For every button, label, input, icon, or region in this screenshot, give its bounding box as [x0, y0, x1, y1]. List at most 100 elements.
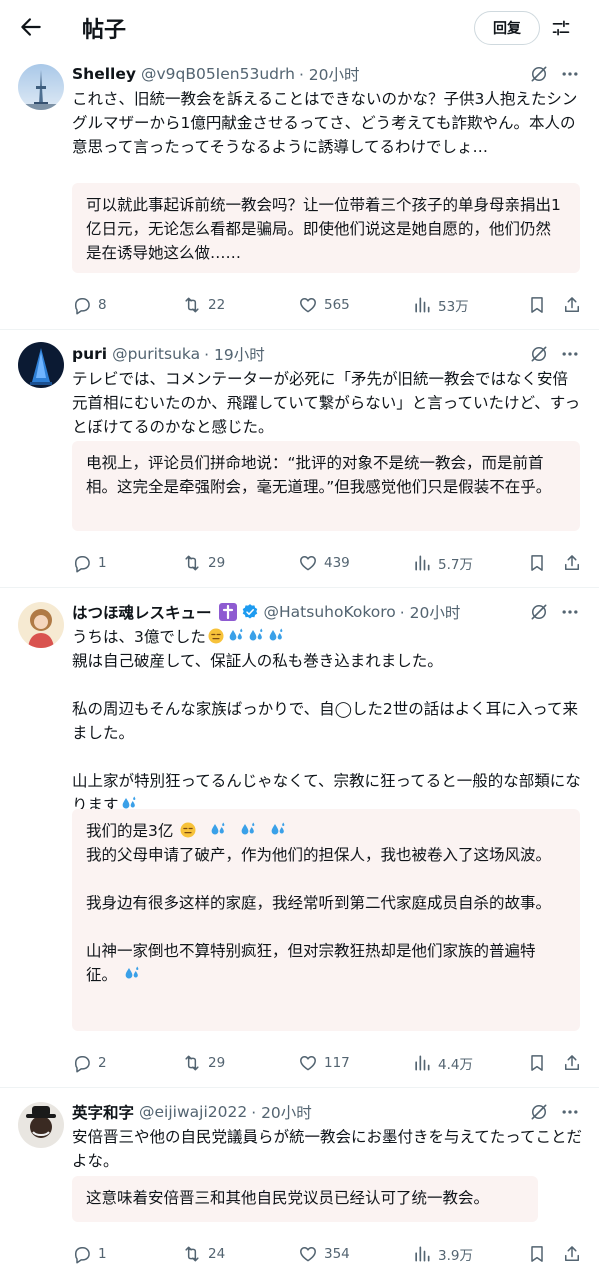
- grok-icon[interactable]: [529, 1102, 549, 1122]
- repost-action[interactable]: 24: [182, 1242, 225, 1266]
- grok-icon[interactable]: [529, 64, 549, 84]
- bookmark-icon[interactable]: [527, 295, 547, 315]
- filter-icon[interactable]: [551, 18, 571, 38]
- post-text: これさ、旧統一教会を訴えることはできないのかな？子供3人抱えたシングルマザーから…: [72, 90, 578, 156]
- translation-box: 可以就此事起诉前统一教会吗？让一位带着三个孩子的单身母亲捐出1亿日元，无论怎么看…: [72, 183, 580, 273]
- reply-button[interactable]: 回复: [474, 11, 540, 45]
- author-name[interactable]: Shelley: [72, 65, 136, 83]
- post-time[interactable]: · 19小时: [204, 343, 265, 365]
- author-handle[interactable]: @HatsuhoKokoro: [264, 603, 396, 621]
- christmas-tree-avatar-image: [30, 348, 52, 385]
- post-time[interactable]: · 20小时: [400, 601, 461, 623]
- reply-action[interactable]: 1: [72, 1242, 107, 1266]
- views-action[interactable]: 5.7万: [412, 551, 473, 575]
- repost-action[interactable]: 29: [182, 551, 225, 575]
- like-action[interactable]: 117: [298, 1051, 350, 1075]
- grok-icon[interactable]: [529, 602, 549, 622]
- cross-icon: [218, 603, 237, 621]
- bookmark-icon[interactable]: [527, 553, 547, 573]
- post-text: テレビでは、コメンテーターが必死に「矛先が旧統一教会ではなく安倍元首相にむいたの…: [72, 370, 581, 436]
- repost-icon: [182, 295, 202, 315]
- author-name[interactable]: はつほ魂レスキュー: [72, 601, 212, 623]
- post-text: うちは、3億でした 親は自己破産して、保証人の私も巻き込まれました。 私の周辺も…: [72, 627, 581, 814]
- share-icon[interactable]: [562, 553, 582, 573]
- post-item[interactable]: 英字和字 @eijiwaji2022 · 20小时 安倍晋三や他の自民党議員らが…: [0, 1088, 599, 1284]
- repost-icon: [182, 553, 202, 573]
- repost-action[interactable]: 29: [182, 1051, 225, 1075]
- expressionless-face-icon: [179, 821, 197, 839]
- action-bar: 8 22 565 53万: [72, 293, 582, 317]
- post-item[interactable]: Shelley @v9qB05Ien53udrh · 20小时 これさ、旧統一教…: [0, 56, 599, 330]
- views-icon: [412, 1053, 432, 1073]
- like-action[interactable]: 565: [298, 293, 350, 317]
- avatar[interactable]: [18, 342, 64, 388]
- reply-icon: [72, 295, 92, 315]
- action-bar: 2 29 117 4.4万: [72, 1051, 582, 1075]
- avatar[interactable]: [18, 1102, 64, 1148]
- more-icon[interactable]: [559, 1102, 581, 1122]
- author-handle[interactable]: @eijiwaji2022: [139, 1103, 247, 1121]
- post-time[interactable]: · 20小时: [251, 1101, 312, 1123]
- action-bar: 1 24 354 3.9万: [72, 1242, 582, 1266]
- repost-icon: [182, 1053, 202, 1073]
- more-icon[interactable]: [559, 602, 581, 622]
- sweat-droplets-icon: [269, 821, 287, 839]
- reply-action[interactable]: 8: [72, 293, 107, 317]
- tower-avatar-image: [18, 70, 64, 110]
- views-action[interactable]: 4.4万: [412, 1051, 473, 1075]
- sweat-droplets-icon: [209, 821, 227, 839]
- reply-action[interactable]: 2: [72, 1051, 107, 1075]
- back-arrow-icon[interactable]: [18, 14, 44, 40]
- author-name[interactable]: puri: [72, 345, 107, 363]
- author-name[interactable]: 英字和字: [72, 1101, 134, 1123]
- like-action[interactable]: 439: [298, 551, 350, 575]
- author-handle[interactable]: @v9qB05Ien53udrh: [141, 65, 295, 83]
- views-icon: [412, 553, 432, 573]
- post-item[interactable]: puri @puritsuka · 19小时 テレビでは、コメンテーターが必死に…: [0, 330, 599, 588]
- translation-box: 这意味着安倍晋三和其他自民党议员已经认可了统一教会。: [72, 1176, 538, 1222]
- expressionless-face-icon: [207, 627, 225, 645]
- share-icon[interactable]: [562, 295, 582, 315]
- views-icon: [412, 1244, 432, 1264]
- reply-icon: [72, 1053, 92, 1073]
- avatar[interactable]: [18, 64, 64, 110]
- like-icon: [298, 553, 318, 573]
- verified-badge-icon: [242, 604, 257, 619]
- reply-action[interactable]: 1: [72, 551, 107, 575]
- like-icon: [298, 1244, 318, 1264]
- translation-box: 我们的是3亿 我的父母申请了破产，作为他们的担保人，我也被卷入了这场风波。 我身…: [72, 809, 580, 1031]
- reply-icon: [72, 1244, 92, 1264]
- bookmark-icon[interactable]: [527, 1244, 547, 1264]
- page-title: 帖子: [82, 18, 127, 43]
- translation-box: 电视上，评论员们拼命地说：“批评的对象不是统一教会，而是前首相。这完全是牵强附会…: [72, 441, 580, 531]
- sweat-droplets-icon: [227, 627, 245, 645]
- more-icon[interactable]: [559, 344, 581, 364]
- more-icon[interactable]: [559, 64, 581, 84]
- sweat-droplets-icon: [239, 821, 257, 839]
- like-icon: [298, 295, 318, 315]
- repost-icon: [182, 1244, 202, 1264]
- views-action[interactable]: 3.9万: [412, 1242, 473, 1266]
- like-icon: [298, 1053, 318, 1073]
- sweat-droplets-icon: [247, 627, 265, 645]
- repost-action[interactable]: 22: [182, 293, 225, 317]
- like-action[interactable]: 354: [298, 1242, 350, 1266]
- bookmark-icon[interactable]: [527, 1053, 547, 1073]
- share-icon[interactable]: [562, 1244, 582, 1264]
- man-with-hat-avatar-image: [26, 1106, 56, 1138]
- author-handle[interactable]: @puritsuka: [112, 345, 200, 363]
- illustrated-girl-avatar-image: [28, 609, 54, 648]
- grok-icon[interactable]: [529, 344, 549, 364]
- views-action[interactable]: 53万: [412, 293, 469, 317]
- post-item[interactable]: はつほ魂レスキュー @HatsuhoKokoro · 20小时 うちは、3億でし…: [0, 588, 599, 1088]
- sweat-droplets-icon: [267, 627, 285, 645]
- avatar[interactable]: [18, 602, 64, 648]
- reply-icon: [72, 553, 92, 573]
- post-text: 安倍晋三や他の自民党議員らが統一教会にお墨付きを与えてたってことだよな。: [72, 1128, 582, 1170]
- action-bar: 1 29 439 5.7万: [72, 551, 582, 575]
- share-icon[interactable]: [562, 1053, 582, 1073]
- sweat-droplets-icon: [123, 965, 141, 983]
- top-bar: 帖子 回复: [0, 0, 599, 56]
- post-time[interactable]: · 20小时: [299, 63, 360, 85]
- views-icon: [412, 295, 432, 315]
